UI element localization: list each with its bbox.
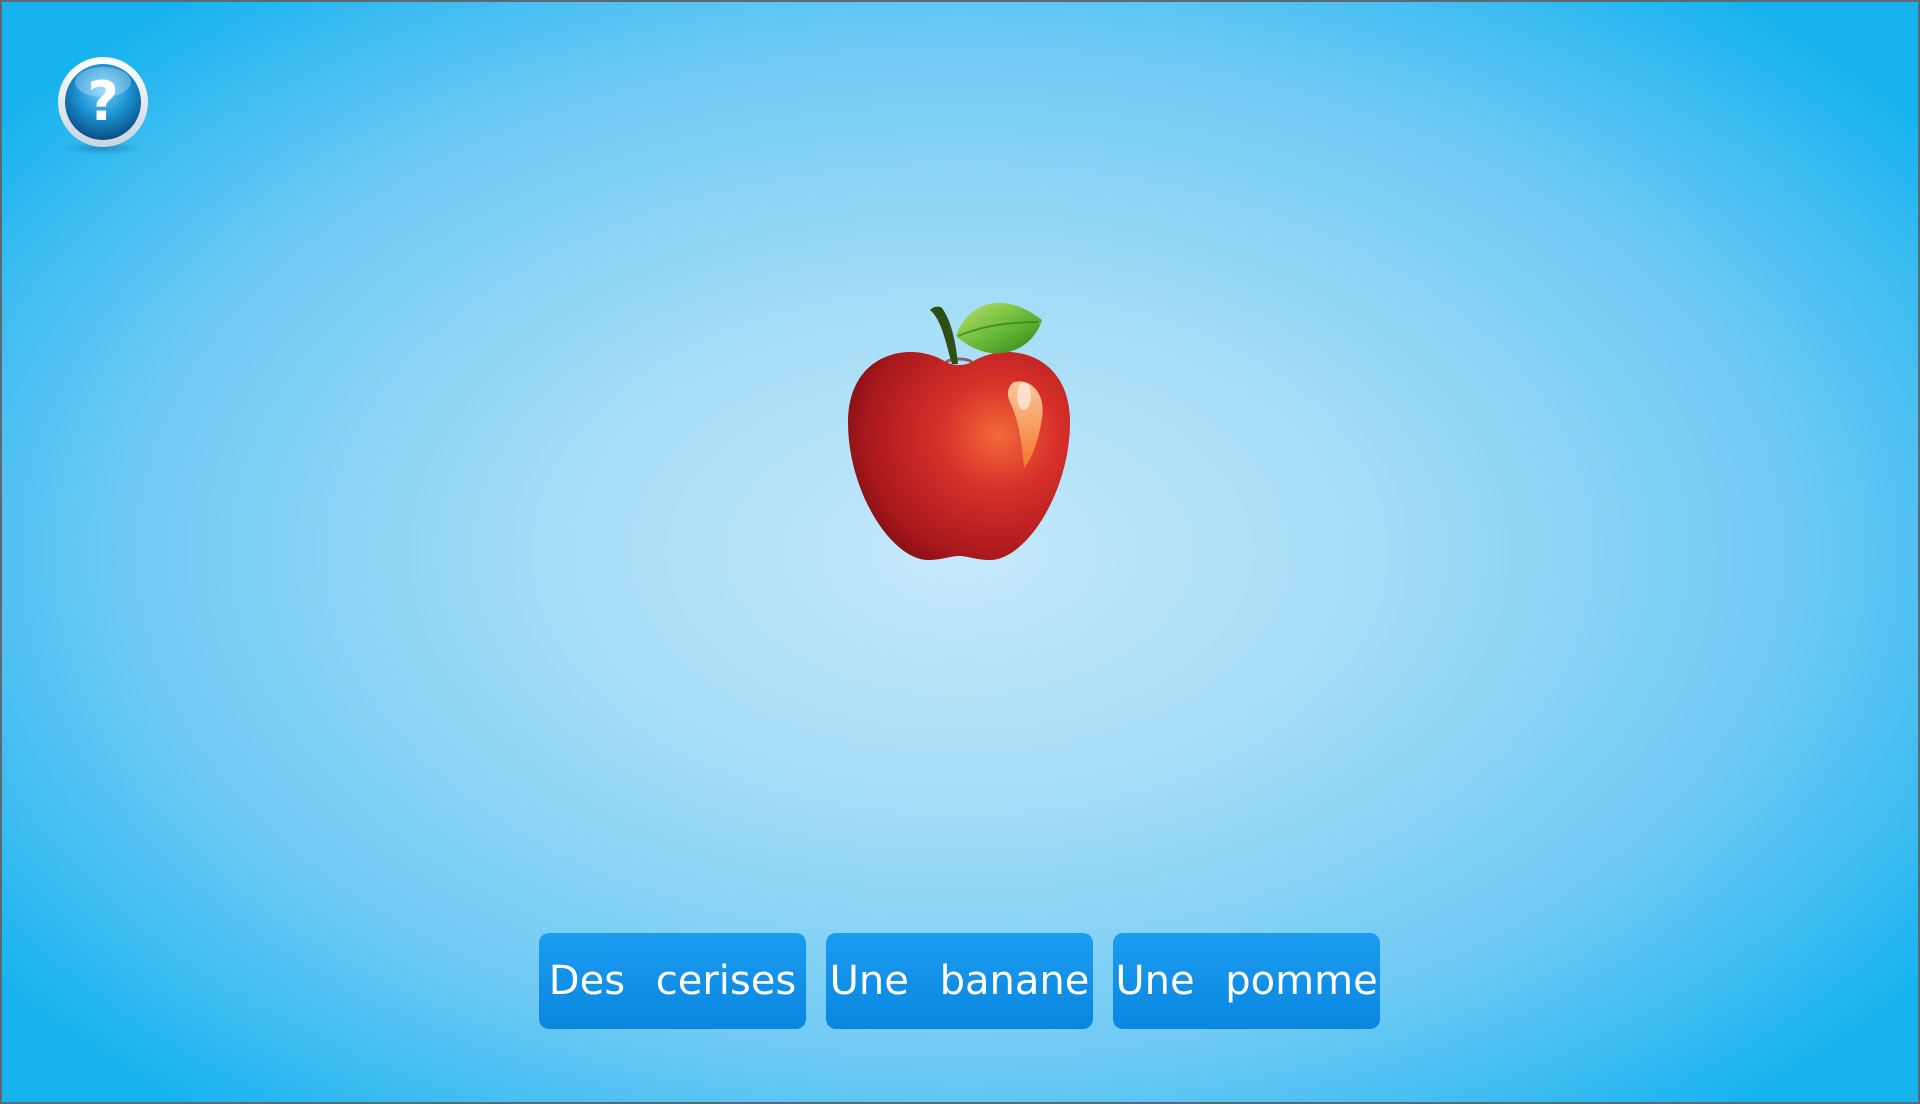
answer-button-banane[interactable]: Une banane [826, 933, 1093, 1029]
apple-image [842, 292, 1076, 562]
answer-button-pomme[interactable]: Une pomme [1113, 933, 1380, 1029]
question-mark-icon: ? [58, 57, 148, 155]
answer-button-cerises[interactable]: Des cerises [539, 933, 806, 1029]
svg-text:?: ? [87, 70, 118, 133]
help-button[interactable]: ? [56, 56, 150, 156]
answer-options: Des cerises Une banane Une pomme [539, 933, 1380, 1029]
apple-icon [848, 302, 1070, 560]
